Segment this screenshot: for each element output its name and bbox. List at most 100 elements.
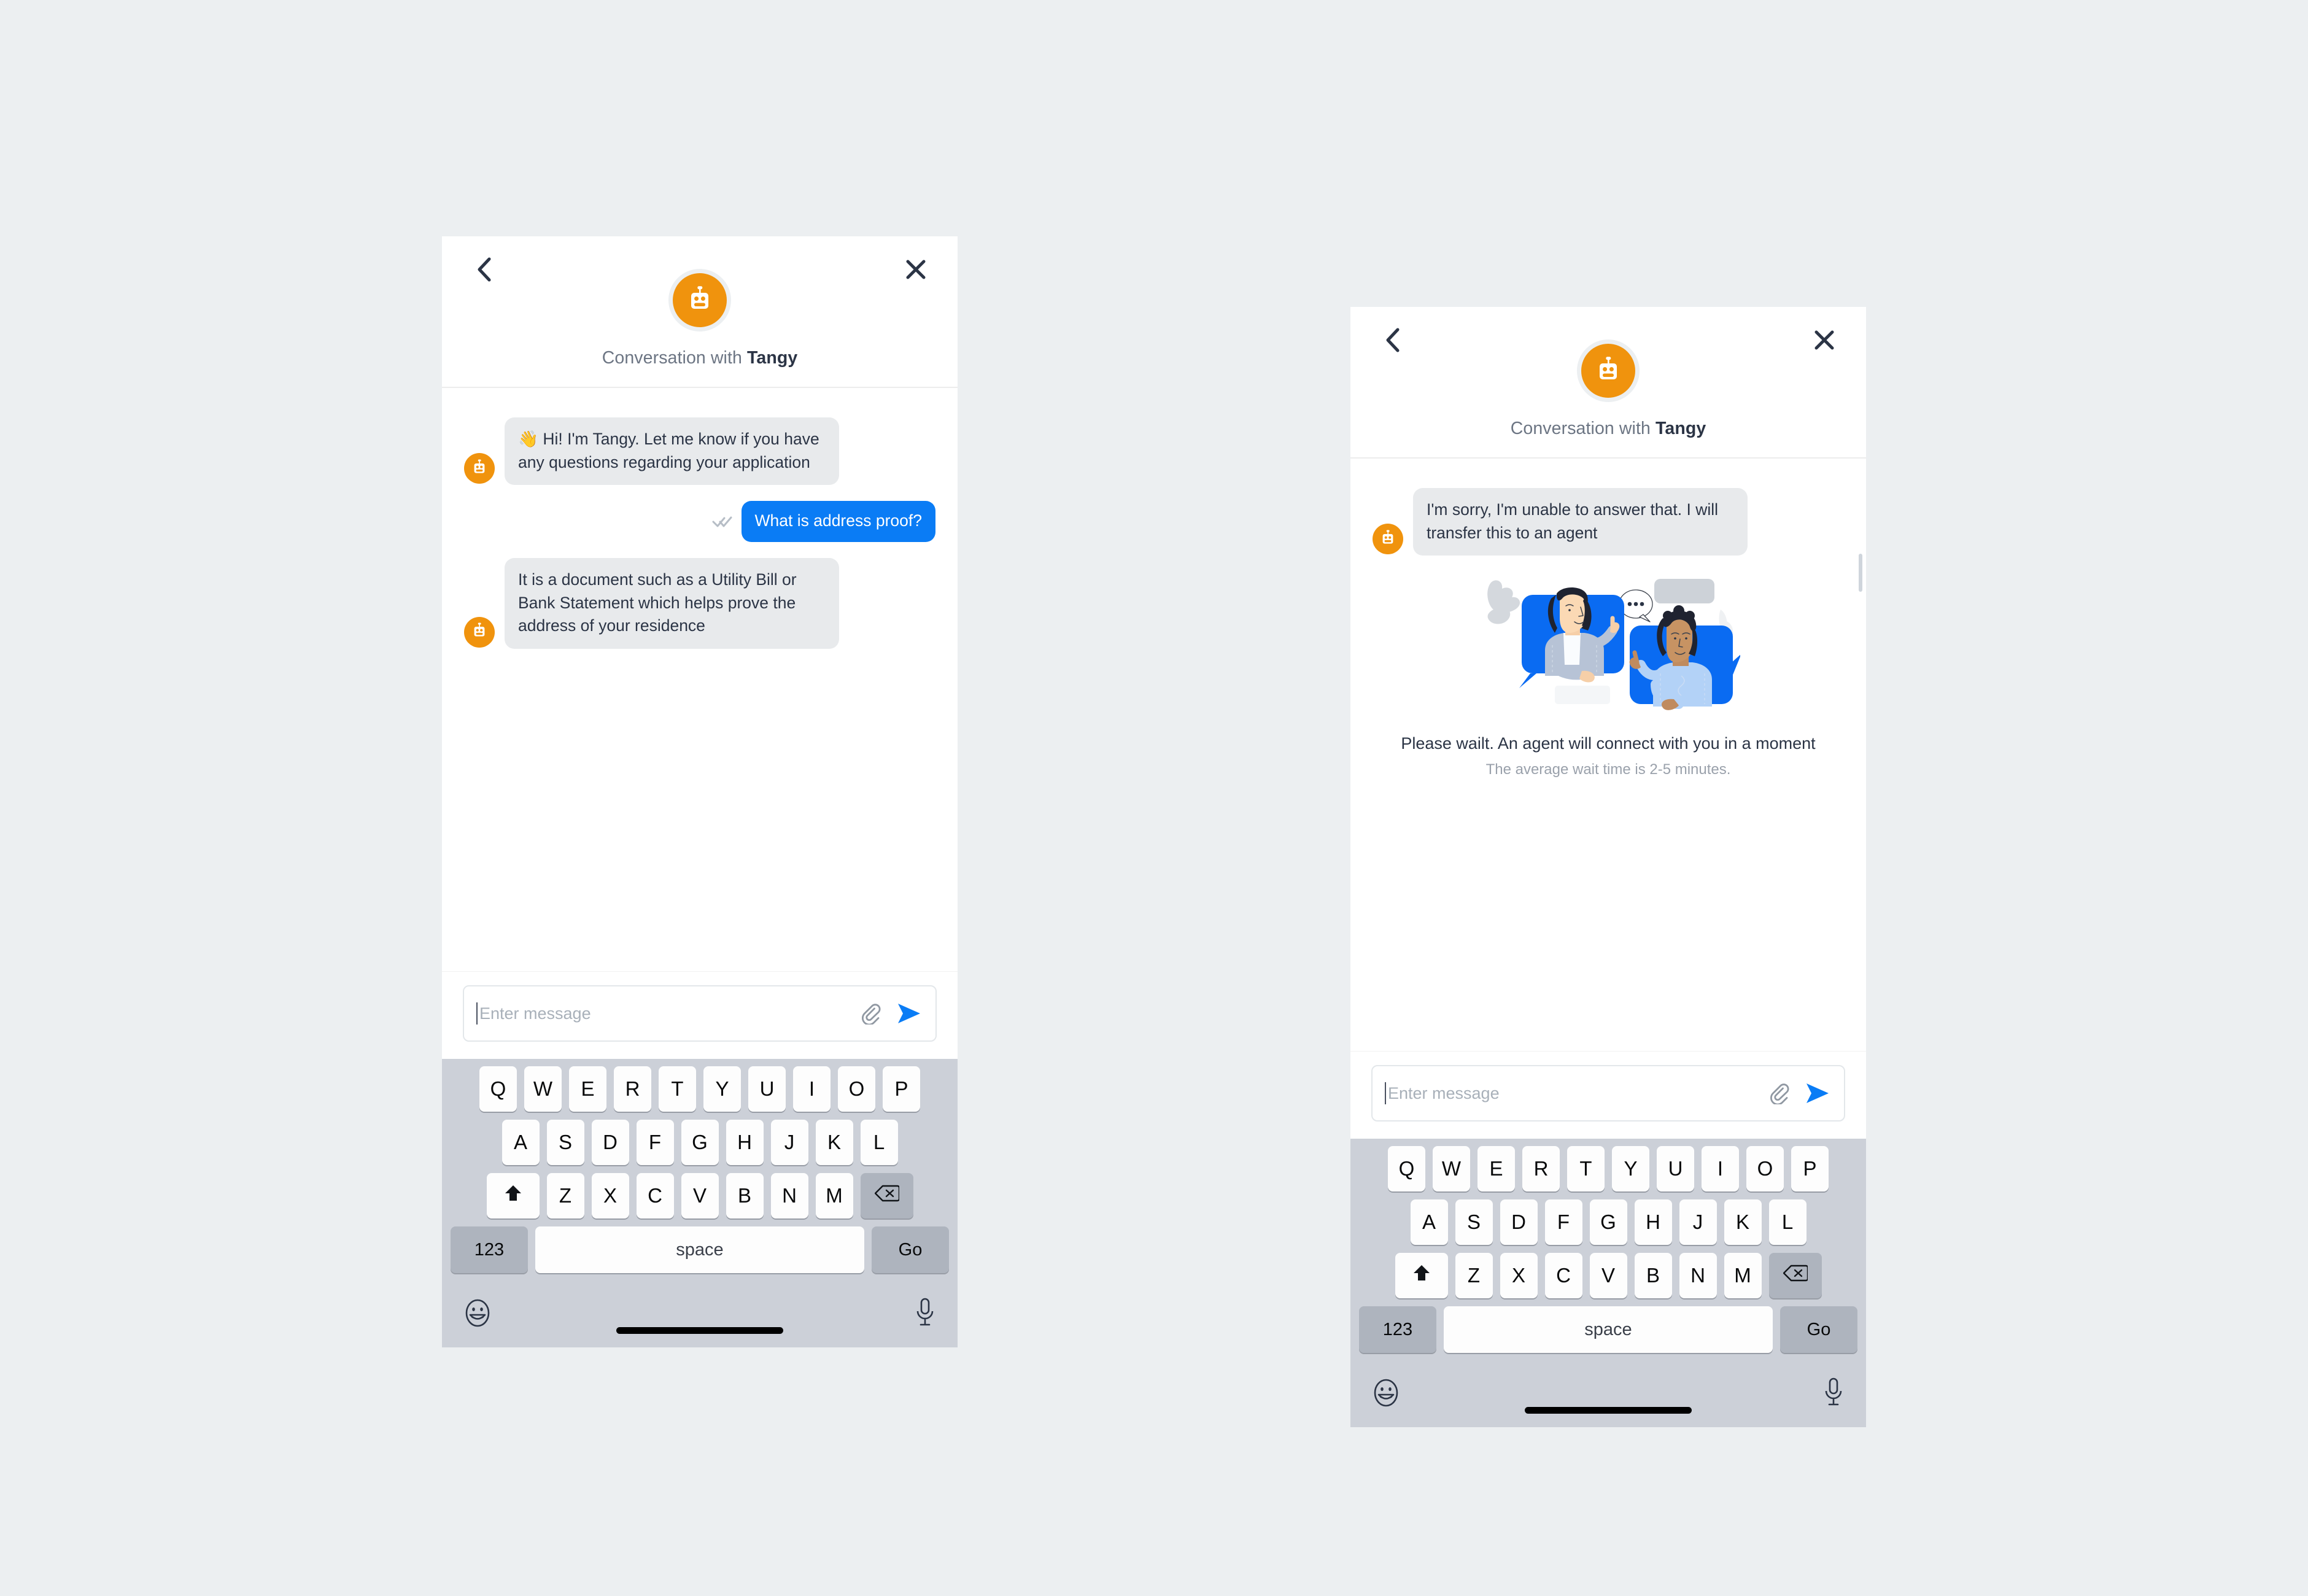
message-input-placeholder: Enter message xyxy=(1388,1083,1500,1102)
key-j[interactable]: J xyxy=(770,1120,808,1165)
numeric-key[interactable]: 123 xyxy=(451,1226,528,1273)
key-t[interactable]: T xyxy=(1567,1146,1605,1191)
close-button[interactable] xyxy=(899,252,933,287)
key-d[interactable]: D xyxy=(591,1120,629,1165)
key-h[interactable]: H xyxy=(726,1120,764,1165)
key-b[interactable]: B xyxy=(726,1173,764,1218)
shift-key[interactable] xyxy=(486,1173,540,1218)
key-p[interactable]: P xyxy=(883,1066,920,1112)
key-y[interactable]: Y xyxy=(703,1066,741,1112)
space-key[interactable]: space xyxy=(1444,1306,1773,1353)
key-v[interactable]: V xyxy=(681,1173,719,1218)
key-z[interactable]: Z xyxy=(546,1173,584,1218)
key-r[interactable]: R xyxy=(1522,1146,1560,1191)
message-input-placeholder: Enter message xyxy=(479,1004,591,1023)
send-arrow-icon[interactable] xyxy=(896,1002,922,1025)
key-n[interactable]: N xyxy=(1679,1253,1717,1298)
key-x[interactable]: X xyxy=(591,1173,629,1218)
key-j[interactable]: J xyxy=(1679,1199,1717,1245)
microphone-icon[interactable] xyxy=(915,1298,935,1331)
chat-header: Conversation with Tangy xyxy=(1350,307,1866,459)
key-n[interactable]: N xyxy=(770,1173,808,1218)
key-y[interactable]: Y xyxy=(1612,1146,1649,1191)
message-input-box[interactable]: Enter message xyxy=(1371,1065,1845,1121)
close-icon xyxy=(905,259,926,280)
key-e[interactable]: E xyxy=(1477,1146,1515,1191)
key-f[interactable]: F xyxy=(1544,1199,1582,1245)
key-h[interactable]: H xyxy=(1634,1199,1672,1245)
key-g[interactable]: G xyxy=(1589,1199,1627,1245)
key-e[interactable]: E xyxy=(569,1066,606,1112)
key-s[interactable]: S xyxy=(1455,1199,1493,1245)
key-b[interactable]: B xyxy=(1634,1253,1672,1298)
key-u[interactable]: U xyxy=(1657,1146,1694,1191)
key-i[interactable]: I xyxy=(1702,1146,1739,1191)
on-screen-keyboard: QWERTYUIOP ASDFGHJKL ZXCVBNM 123 space G… xyxy=(1350,1139,1866,1427)
backspace-key[interactable] xyxy=(860,1173,913,1218)
key-x[interactable]: X xyxy=(1500,1253,1538,1298)
message-row-bot: I'm sorry, I'm unable to answer that. I … xyxy=(1373,488,1844,556)
key-q[interactable]: Q xyxy=(479,1066,517,1112)
key-q[interactable]: Q xyxy=(1388,1146,1425,1191)
key-m[interactable]: M xyxy=(815,1173,853,1218)
keyboard-row-4: 123 space Go xyxy=(1350,1306,1866,1353)
key-c[interactable]: C xyxy=(636,1173,674,1218)
back-button[interactable] xyxy=(1375,323,1409,357)
agent-transfer-block: Please wailt. An agent will connect with… xyxy=(1373,571,1844,778)
backspace-key[interactable] xyxy=(1768,1253,1822,1298)
keyboard-row-3: ZXCVBNM xyxy=(442,1173,958,1218)
key-z[interactable]: Z xyxy=(1455,1253,1493,1298)
key-v[interactable]: V xyxy=(1589,1253,1627,1298)
key-t[interactable]: T xyxy=(659,1066,696,1112)
key-k[interactable]: K xyxy=(1724,1199,1762,1245)
message-input-box[interactable]: Enter message xyxy=(463,985,937,1042)
bot-avatar-small xyxy=(1373,524,1403,555)
close-button[interactable] xyxy=(1807,323,1841,357)
scrollbar[interactable] xyxy=(1859,554,1862,592)
key-d[interactable]: D xyxy=(1500,1199,1538,1245)
emoji-smiley-icon[interactable] xyxy=(464,1298,491,1331)
send-arrow-icon[interactable] xyxy=(1805,1082,1830,1104)
wait-subtitle: The average wait time is 2-5 minutes. xyxy=(1485,761,1731,778)
home-indicator-bar xyxy=(616,1327,783,1334)
bot-avatar-small xyxy=(464,616,495,648)
header-title-name: Tangy xyxy=(746,348,798,368)
key-p[interactable]: P xyxy=(1791,1146,1829,1191)
microphone-icon[interactable] xyxy=(1823,1377,1844,1411)
go-key[interactable]: Go xyxy=(1780,1306,1857,1353)
go-key[interactable]: Go xyxy=(872,1226,949,1273)
key-u[interactable]: U xyxy=(748,1066,786,1112)
key-w[interactable]: W xyxy=(1433,1146,1470,1191)
key-m[interactable]: M xyxy=(1724,1253,1762,1298)
paperclip-icon[interactable] xyxy=(1768,1082,1790,1104)
key-a[interactable]: A xyxy=(1410,1199,1448,1245)
key-k[interactable]: K xyxy=(815,1120,853,1165)
keyboard-row-2: ASDFGHJKL xyxy=(1350,1199,1866,1245)
key-s[interactable]: S xyxy=(546,1120,584,1165)
space-key[interactable]: space xyxy=(535,1226,864,1273)
back-button[interactable] xyxy=(467,252,501,287)
shift-arrow-icon xyxy=(1411,1263,1432,1288)
key-l[interactable]: L xyxy=(1768,1199,1807,1245)
key-c[interactable]: C xyxy=(1544,1253,1582,1298)
paperclip-icon[interactable] xyxy=(859,1002,881,1025)
keyboard-row-3: ZXCVBNM xyxy=(1350,1253,1866,1298)
key-l[interactable]: L xyxy=(860,1120,898,1165)
shift-key[interactable] xyxy=(1395,1253,1448,1298)
text-caret xyxy=(476,1002,478,1025)
key-o[interactable]: O xyxy=(1746,1146,1784,1191)
key-w[interactable]: W xyxy=(524,1066,562,1112)
message-bubble: 👋 Hi! I'm Tangy. Let me know if you have… xyxy=(505,417,839,486)
key-i[interactable]: I xyxy=(793,1066,831,1112)
wait-title: Please wailt. An agent will connect with… xyxy=(1401,734,1816,753)
key-a[interactable]: A xyxy=(501,1120,540,1165)
key-r[interactable]: R xyxy=(614,1066,651,1112)
chevron-left-icon xyxy=(1384,327,1400,353)
emoji-smiley-icon[interactable] xyxy=(1373,1378,1400,1411)
key-o[interactable]: O xyxy=(838,1066,875,1112)
numeric-key[interactable]: 123 xyxy=(1359,1306,1436,1353)
message-bubble: What is address proof? xyxy=(741,501,935,542)
key-f[interactable]: F xyxy=(636,1120,674,1165)
key-g[interactable]: G xyxy=(681,1120,719,1165)
text-caret xyxy=(1385,1082,1386,1104)
